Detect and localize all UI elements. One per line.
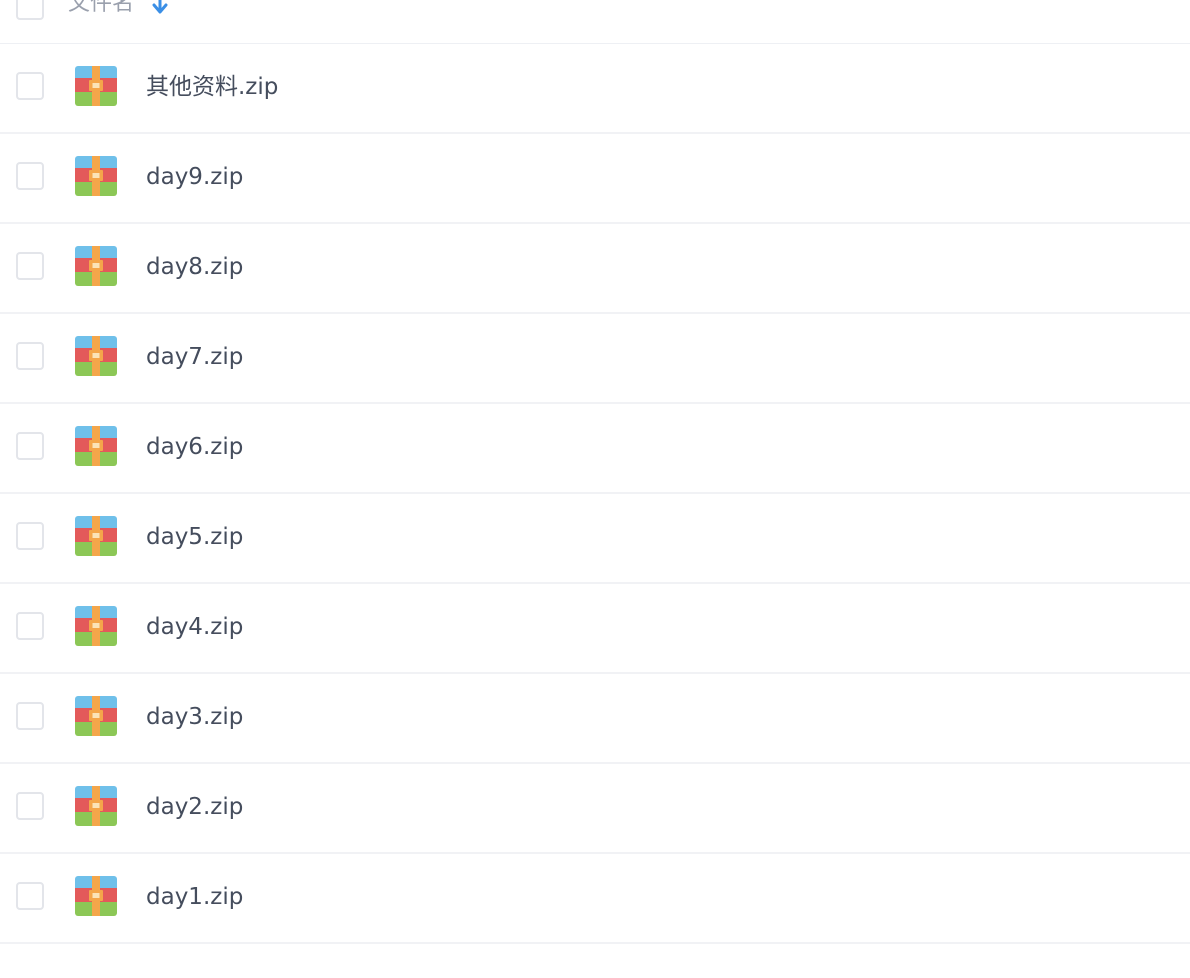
zip-archive-icon [75,516,117,556]
file-name[interactable]: day8.zip [146,252,243,282]
file-row[interactable]: day9.zip [0,134,1190,224]
filename-column-header[interactable]: 文件名 [68,0,134,18]
file-name[interactable]: day9.zip [146,162,243,192]
zip-archive-icon [75,606,117,646]
zip-archive-icon [75,66,117,106]
file-row[interactable]: day8.zip [0,224,1190,314]
file-name[interactable]: day3.zip [146,702,243,732]
zip-archive-icon [75,696,117,736]
zip-archive-icon [75,246,117,286]
file-name[interactable]: day7.zip [146,342,243,372]
row-checkbox[interactable] [16,72,44,100]
row-checkbox[interactable] [16,522,44,550]
file-row[interactable]: 其他资料.zip [0,44,1190,134]
file-row[interactable]: day3.zip [0,674,1190,764]
file-name[interactable]: day2.zip [146,792,243,822]
select-all-checkbox[interactable] [16,0,44,20]
file-row[interactable]: day2.zip [0,764,1190,854]
file-row[interactable]: day5.zip [0,494,1190,584]
file-list: 文件名 其他资料.zip day9.zip day8.zip day7.zip … [0,0,1190,944]
file-row[interactable]: day1.zip [0,854,1190,944]
file-row[interactable]: day6.zip [0,404,1190,494]
row-checkbox[interactable] [16,792,44,820]
zip-archive-icon [75,876,117,916]
row-checkbox[interactable] [16,702,44,730]
row-checkbox[interactable] [16,162,44,190]
row-checkbox[interactable] [16,432,44,460]
file-name[interactable]: day5.zip [146,522,243,552]
arrow-down-icon[interactable] [150,0,170,18]
file-row[interactable]: day7.zip [0,314,1190,404]
row-checkbox[interactable] [16,612,44,640]
list-header: 文件名 [0,0,1190,44]
file-name[interactable]: day6.zip [146,432,243,462]
row-checkbox[interactable] [16,252,44,280]
zip-archive-icon [75,426,117,466]
file-name[interactable]: day1.zip [146,882,243,912]
zip-archive-icon [75,336,117,376]
row-checkbox[interactable] [16,882,44,910]
zip-archive-icon [75,786,117,826]
file-name[interactable]: day4.zip [146,612,243,642]
zip-archive-icon [75,156,117,196]
file-name[interactable]: 其他资料.zip [146,72,278,102]
row-checkbox[interactable] [16,342,44,370]
file-row[interactable]: day4.zip [0,584,1190,674]
